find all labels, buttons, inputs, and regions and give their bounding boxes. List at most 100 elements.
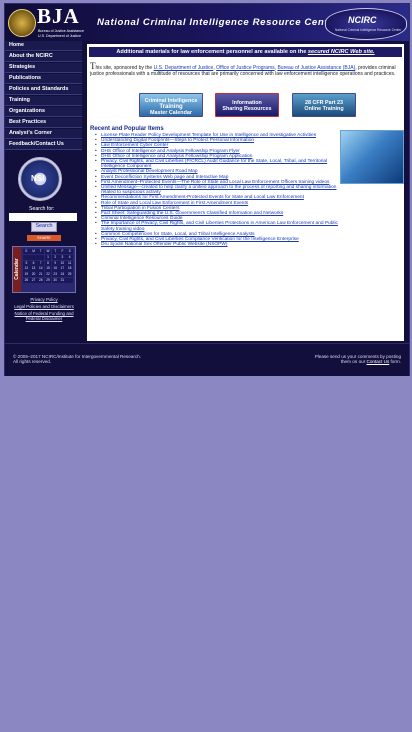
page-frame: BJA Bureau of Justice Assistance U.S. De… — [4, 3, 410, 376]
sidebar-item-best-practices[interactable]: Best Practices — [5, 118, 82, 128]
calendar-day[interactable]: 26 — [23, 277, 30, 284]
ncirc-logo-text: NCIRC — [348, 15, 377, 25]
sidebar-item-organizations[interactable]: Organizations — [5, 107, 82, 117]
comments-text: form. — [390, 359, 401, 365]
calendar-day[interactable]: 8 — [44, 260, 52, 266]
calendar-day[interactable]: 28 — [37, 277, 45, 284]
comments-notice: Please send us your comments by posting … — [251, 354, 401, 364]
sidebar-item-home[interactable]: Home — [5, 41, 82, 51]
calendar-day[interactable]: 31 — [59, 277, 66, 284]
privacy-policy-link[interactable]: Privacy Policy — [9, 297, 79, 302]
calendar-day[interactable]: 19 — [23, 272, 30, 278]
calendar-day — [30, 254, 37, 261]
calendar-day[interactable]: 20 — [30, 272, 37, 278]
sidebar-nav: Home About the NCIRC Strategies Publication… — [5, 41, 82, 150]
calendar-day — [66, 277, 73, 284]
calendar-day[interactable]: 5 — [23, 260, 30, 266]
recent-item-link[interactable]: The Importance of Privacy, Civil Rights,… — [95, 221, 346, 231]
comments-text: them on our — [340, 359, 366, 365]
button-label: Master Calendar — [150, 110, 192, 116]
calendar-day: S — [23, 249, 30, 255]
calendar-day[interactable]: 24 — [59, 272, 66, 278]
calendar-day[interactable]: 27 — [30, 277, 37, 284]
calendar-grid: S M T W T F S 1 2 3 4 5 6 7 8 9 10 11 12 13 14 15 16 17 18 19 20 21… — [23, 249, 73, 284]
calendar-day[interactable]: 14 — [37, 266, 45, 272]
button-label: 28 CFR Part 23 — [304, 100, 344, 106]
calendar-day[interactable]: 4 — [66, 254, 73, 261]
info-sharing-button[interactable]: Information Sharing Resources — [215, 93, 279, 117]
calendar-day[interactable]: 13 — [30, 266, 37, 272]
calendar-day[interactable]: 29 — [44, 277, 52, 284]
calendar-day[interactable]: 3 — [59, 254, 66, 261]
calendar-day[interactable]: 1 — [44, 254, 52, 261]
calendar-day[interactable]: 18 — [66, 266, 73, 272]
legal-policies-link[interactable]: Legal Policies and Disclaimers — [9, 304, 79, 309]
calendar-day: T — [37, 249, 45, 255]
calendar-day: W — [44, 249, 52, 255]
site-header: BJA Bureau of Justice Assistance U.S. De… — [5, 4, 409, 41]
recent-items-list: License Plate Reader Policy Development … — [95, 133, 346, 248]
contact-us-link[interactable]: Contact Us — [367, 359, 390, 364]
announcement-banner: Additional materials for law enforcement… — [89, 47, 402, 57]
sidebar-item-feedback-contact-us[interactable]: Feedback/Contact Us — [5, 140, 82, 150]
calendar-day[interactable]: 16 — [51, 266, 59, 272]
sidebar-item-about-the-ncirc[interactable]: About the NCIRC — [5, 52, 82, 62]
calendar-widget[interactable]: Calendar S M T W T F S 1 2 3 4 5 6 7 8 9 10 11 12 13 14 15 16 1… — [12, 246, 76, 293]
main-content: Additional materials for law enforcement… — [87, 44, 404, 341]
calendar-day: T — [51, 249, 59, 255]
search-button[interactable]: Search — [31, 222, 57, 232]
share-button[interactable]: SHARE — [27, 235, 61, 241]
calendar-day[interactable]: 6 — [30, 260, 37, 266]
calendar-label: Calendar — [14, 258, 20, 280]
calendar-day[interactable]: 12 — [23, 266, 30, 272]
calendar-day[interactable]: 23 — [51, 272, 59, 278]
bja-logo-subtitle: Bureau of Justice Assistance — [38, 29, 84, 33]
secured-site-link[interactable]: secured NCIRC Web site. — [308, 49, 375, 55]
comments-line-2: them on our Contact Us form. — [251, 359, 401, 364]
nsi-seal-text: NSI — [31, 174, 45, 183]
training-calendar-button[interactable]: Criminal Intelligence Training Master Ca… — [139, 93, 203, 117]
calendar-day[interactable]: 25 — [66, 272, 73, 278]
calendar-day — [23, 254, 30, 261]
button-label: Sharing Resources — [222, 106, 272, 112]
calendar-day[interactable]: 7 — [37, 260, 45, 266]
calendar-day[interactable]: 11 — [66, 260, 73, 266]
calendar-day — [37, 254, 45, 261]
sidebar-item-publications[interactable]: Publications — [5, 74, 82, 84]
calendar-tab: Calendar — [13, 247, 21, 292]
computer-illustration — [340, 130, 404, 184]
calendar-day[interactable]: 9 — [51, 260, 59, 266]
site-footer: © 2005–2017 NCIRC/Institute for Intergov… — [5, 343, 409, 376]
announcement-text: Additional materials for law enforcement… — [116, 49, 307, 55]
calendar-day: S — [66, 249, 73, 255]
button-label: Criminal Intelligence — [144, 98, 198, 104]
copyright-line: All rights reserved. — [13, 359, 52, 365]
sidebar-item-analyst-s-corner[interactable]: Analyst's Corner — [5, 129, 82, 139]
calendar-day[interactable]: 2 — [51, 254, 59, 261]
federal-funding-link[interactable]: Notice of Federal Funding and Federal Di… — [9, 311, 79, 321]
calendar-day[interactable]: 15 — [44, 266, 52, 272]
cfr-training-button[interactable]: 28 CFR Part 23 Online Training — [292, 93, 356, 117]
calendar-day[interactable]: 21 — [37, 272, 45, 278]
calendar-day[interactable]: 22 — [44, 272, 52, 278]
button-label: Online Training — [304, 106, 344, 112]
sidebar-item-training[interactable]: Training — [5, 96, 82, 106]
recent-item-link[interactable]: Privacy, Civil Rights, and Civil Liberti… — [95, 159, 346, 169]
calendar-day[interactable]: 30 — [51, 277, 59, 284]
search-label: Search for: — [29, 206, 55, 212]
copyright: © 2005–2017 NCIRC/Institute for Intergov… — [13, 354, 183, 364]
calendar-day[interactable]: 17 — [59, 266, 66, 272]
ncirc-logo-subtitle: National Criminal Intelligence Resource … — [335, 28, 402, 32]
recent-item-link[interactable]: Dru Sjodin National Sex Offender Public … — [95, 242, 346, 247]
calendar-day[interactable]: 10 — [59, 260, 66, 266]
recent-items-heading: Recent and Popular Items — [90, 126, 164, 132]
sidebar-item-strategies[interactable]: Strategies — [5, 63, 82, 73]
search-input[interactable] — [9, 213, 77, 221]
sidebar: Home About the NCIRC Strategies Publication… — [5, 41, 82, 341]
bja-logo[interactable]: BJA — [37, 4, 80, 29]
calendar-day: F — [59, 249, 66, 255]
button-label: Information — [232, 100, 262, 106]
sidebar-item-policies-and-standards[interactable]: Policies and Standards — [5, 85, 82, 95]
recent-item-link[interactable]: Unified Message—created to help clarify … — [95, 185, 346, 195]
doj-seal-icon — [8, 9, 36, 37]
